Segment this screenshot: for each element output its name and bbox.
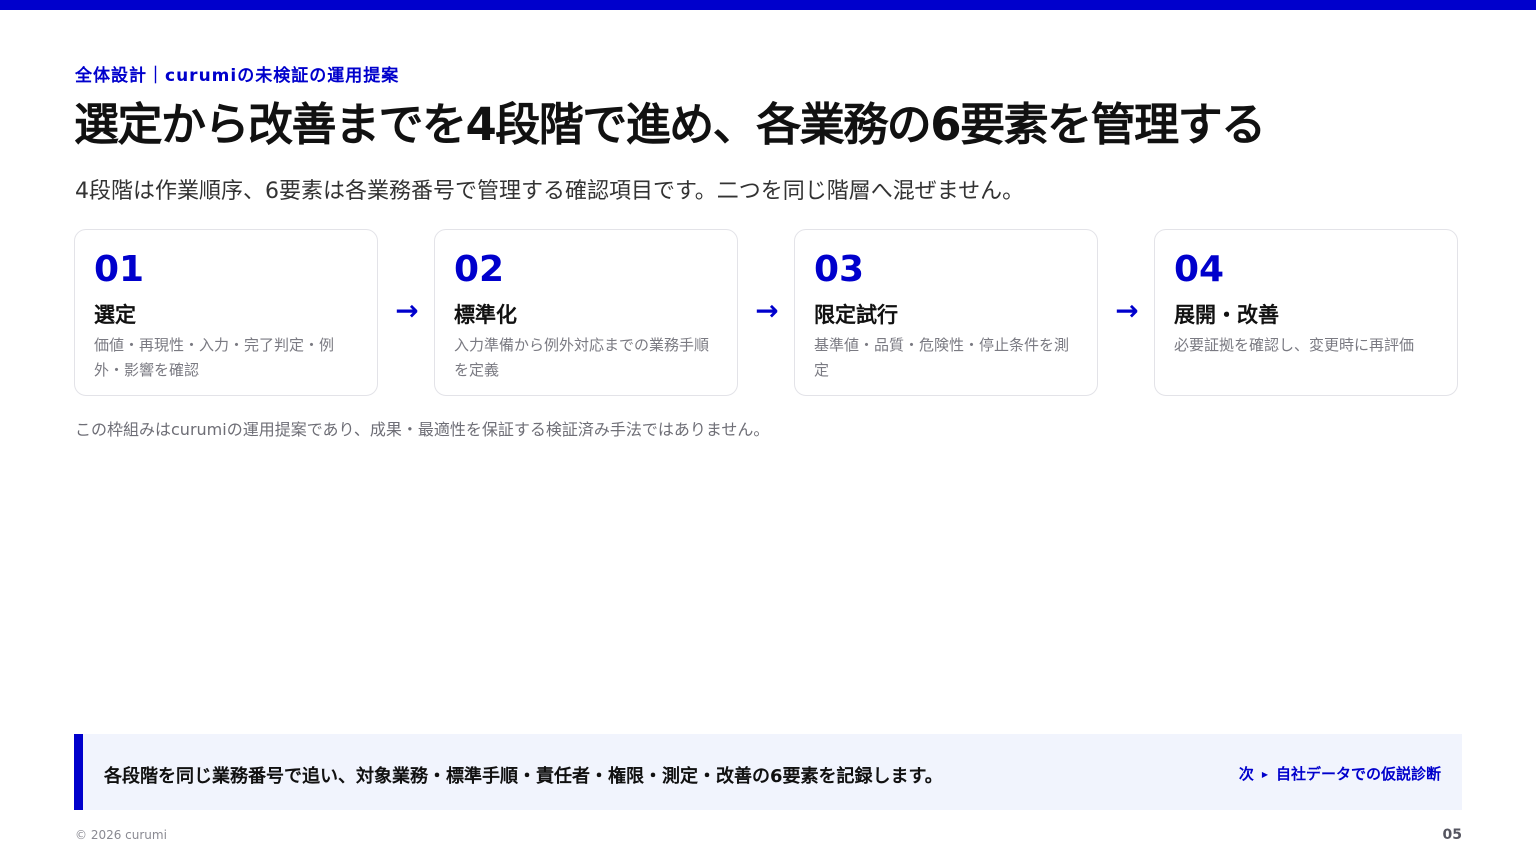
step-number: 03 <box>814 249 865 290</box>
step-card-3: 03 限定試行 基準値・品質・危険性・停止条件を測定 <box>794 229 1098 396</box>
step-number: 04 <box>1174 249 1225 290</box>
summary-text: 各段階を同じ業務番号で追い、対象業務・標準手順・責任者・権限・測定・改善の6要素… <box>104 766 943 787</box>
copyright: © 2026 curumi <box>75 828 167 842</box>
slide-subtitle: 4段階は作業順序、6要素は各業務番号で管理する確認項目です。二つを同じ階層へ混ぜ… <box>75 179 1025 204</box>
summary-callout: 各段階を同じ業務番号で追い、対象業務・標準手順・責任者・権限・測定・改善の6要素… <box>74 734 1462 810</box>
next-slide-link[interactable]: 次 ▶ 自社データでの仮説診断 <box>1239 763 1441 784</box>
process-steps: 01 選定 価値・再現性・入力・完了判定・例外・影響を確認 → 02 標準化 入… <box>74 229 1462 399</box>
top-accent-bar <box>0 0 1536 10</box>
step-description: 価値・再現性・入力・完了判定・例外・影響を確認 <box>94 336 335 379</box>
summary-accent-bar <box>74 734 83 810</box>
step-card-4: 04 展開・改善 必要証拠を確認し、変更時に再評価 <box>1154 229 1458 396</box>
step-title: 選定 <box>94 303 136 327</box>
right-arrow-icon: → <box>1115 294 1139 327</box>
step-description: 入力準備から例外対応までの業務手順を定義 <box>454 336 710 379</box>
step-description: 基準値・品質・危険性・停止条件を測定 <box>814 336 1070 379</box>
right-arrow-icon: → <box>755 294 779 327</box>
step-number: 01 <box>94 249 145 290</box>
slide-title: 選定から改善までを4段階で進め、各業務の6要素を管理する <box>74 98 1266 151</box>
slide: 全体設計｜curumiの未検証の運用提案 選定から改善までを4段階で進め、各業務… <box>0 0 1536 864</box>
right-arrow-icon: → <box>395 294 419 327</box>
step-card-2: 02 標準化 入力準備から例外対応までの業務手順を定義 <box>434 229 738 396</box>
step-number: 02 <box>454 249 505 290</box>
step-description: 必要証拠を確認し、変更時に再評価 <box>1174 336 1415 355</box>
next-label: 自社データでの仮説診断 <box>1275 765 1441 783</box>
step-card-1: 01 選定 価値・再現性・入力・完了判定・例外・影響を確認 <box>74 229 378 396</box>
section-eyebrow: 全体設計｜curumiの未検証の運用提案 <box>75 66 400 86</box>
step-title: 展開・改善 <box>1174 303 1279 327</box>
page-number: 05 <box>1442 827 1462 843</box>
step-title: 限定試行 <box>814 303 898 327</box>
step-title: 標準化 <box>454 303 517 327</box>
disclaimer-note: この枠組みはcurumiの運用提案であり、成果・最適性を保証する検証済み手法では… <box>75 420 770 439</box>
triangle-right-icon: ▶ <box>1261 770 1268 779</box>
next-prefix: 次 <box>1238 765 1254 783</box>
